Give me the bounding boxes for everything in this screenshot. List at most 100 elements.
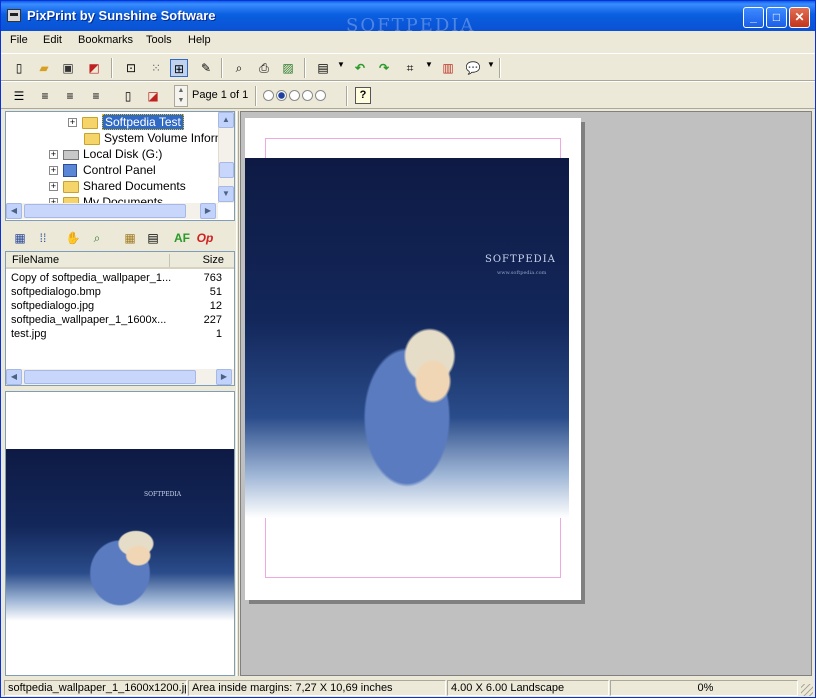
file-size: 763 bbox=[203, 272, 222, 284]
scroll-down-icon[interactable]: ▼ bbox=[218, 186, 234, 202]
image-icon[interactable]: ▨ bbox=[279, 59, 297, 77]
scroll-thumb[interactable] bbox=[219, 162, 234, 178]
grid-selected-icon[interactable]: ⊞ bbox=[170, 59, 188, 77]
find-icon[interactable]: ⌕ bbox=[88, 229, 106, 247]
column-divider[interactable] bbox=[169, 254, 170, 267]
expand-icon[interactable]: + bbox=[49, 166, 58, 176]
page-image-tagline: www.softpedia.com bbox=[497, 270, 547, 276]
file-size: 51 bbox=[209, 286, 222, 298]
help-icon[interactable]: ? bbox=[355, 87, 371, 104]
tree-item-my-documents[interactable]: + My Documents bbox=[49, 194, 163, 203]
rotate-right-icon[interactable]: ↷ bbox=[375, 59, 393, 77]
page-remove-icon[interactable]: ◪ bbox=[144, 87, 162, 105]
tree-item-softpedia-test[interactable]: + Softpedia Test bbox=[68, 114, 184, 130]
layout-dot-5[interactable] bbox=[315, 90, 326, 101]
tree-item-system-volume[interactable]: System Volume Informat bbox=[84, 130, 234, 146]
column-filename[interactable]: FileName bbox=[12, 254, 59, 266]
resize-grip-icon[interactable] bbox=[801, 684, 813, 696]
close-button[interactable]: ✕ bbox=[789, 7, 810, 28]
toolbar-separator bbox=[111, 58, 113, 78]
image-preview: SOFTPEDIA bbox=[5, 391, 235, 676]
align-center-icon[interactable]: ≡ bbox=[61, 87, 79, 105]
expand-icon[interactable]: + bbox=[68, 118, 77, 128]
af-icon[interactable]: AF bbox=[173, 229, 191, 247]
column-size[interactable]: Size bbox=[203, 254, 224, 266]
layout-dot-4[interactable] bbox=[302, 90, 313, 101]
sort-icon[interactable]: ▤ bbox=[144, 229, 162, 247]
folder-icon bbox=[82, 116, 98, 129]
chevron-down-icon[interactable]: ▼ bbox=[487, 60, 495, 69]
tree-horizontal-scrollbar[interactable]: ◀ ▶ bbox=[6, 203, 218, 219]
menu-edit[interactable]: Edit bbox=[43, 34, 62, 46]
page-image[interactable]: SOFTPEDIA www.softpedia.com bbox=[245, 158, 569, 518]
printer-icon[interactable]: ⎙ bbox=[255, 59, 273, 77]
file-row[interactable]: Copy of softpedia_wallpaper_1... 763 bbox=[6, 271, 234, 285]
scroll-thumb[interactable] bbox=[24, 204, 186, 218]
colors-icon[interactable]: ▥ bbox=[439, 59, 457, 77]
layout-dot-1[interactable] bbox=[263, 90, 274, 101]
layout-dot-2[interactable] bbox=[276, 90, 287, 101]
folder-tree: + Softpedia Test System Volume Informat +… bbox=[5, 111, 235, 221]
new-icon[interactable]: ▯ bbox=[10, 59, 28, 77]
file-list-scrollbar[interactable]: ◀ ▶ bbox=[6, 369, 234, 385]
rotate-left-icon[interactable]: ↶ bbox=[351, 59, 369, 77]
comment-icon[interactable]: 💬 bbox=[464, 59, 482, 77]
maximize-button[interactable]: □ bbox=[766, 7, 787, 28]
print-preview-icon[interactable]: ⌕ bbox=[230, 59, 248, 77]
details-view-icon[interactable]: ▦ bbox=[11, 229, 29, 247]
layout-dot-3[interactable] bbox=[289, 90, 300, 101]
app-icon[interactable] bbox=[7, 9, 21, 22]
panel-splitter[interactable] bbox=[236, 111, 239, 676]
save-icon[interactable]: ▣ bbox=[59, 59, 77, 77]
minimize-button[interactable]: _ bbox=[743, 7, 764, 28]
toolbar-separator bbox=[255, 86, 257, 106]
chevron-down-icon[interactable]: ▼ bbox=[425, 60, 433, 69]
page-setup-icon[interactable]: ▤ bbox=[314, 59, 332, 77]
menu-tools[interactable]: Tools bbox=[146, 34, 172, 46]
print-page: SOFTPEDIA www.softpedia.com bbox=[245, 118, 581, 600]
brush-icon[interactable]: ✎ bbox=[197, 59, 215, 77]
grid-icon[interactable]: ⁙ bbox=[147, 59, 165, 77]
scroll-left-icon[interactable]: ◀ bbox=[6, 369, 22, 385]
pdf-icon[interactable]: ◩ bbox=[85, 59, 103, 77]
scroll-up-icon[interactable]: ▲ bbox=[218, 112, 234, 128]
pin-icon[interactable]: ✋ bbox=[64, 229, 82, 247]
align-right-icon[interactable]: ≡ bbox=[87, 87, 105, 105]
file-row[interactable]: softpedialogo.jpg 12 bbox=[6, 299, 234, 313]
list-view-icon[interactable]: ⁞⁞ bbox=[34, 229, 52, 247]
expand-icon[interactable]: + bbox=[49, 182, 58, 192]
menu-bookmarks[interactable]: Bookmarks bbox=[78, 34, 133, 46]
file-row[interactable]: softpedialogo.bmp 51 bbox=[6, 285, 234, 299]
tree-item-local-disk[interactable]: + Local Disk (G:) bbox=[49, 146, 162, 162]
file-name: Copy of softpedia_wallpaper_1... bbox=[11, 272, 172, 284]
thumbnail-icon[interactable]: ⊡ bbox=[122, 59, 140, 77]
status-area: Area inside margins: 7,27 X 10,69 inches bbox=[188, 680, 446, 696]
page-add-icon[interactable]: ▯ bbox=[119, 87, 137, 105]
crop-icon[interactable]: ⌗ bbox=[401, 59, 419, 77]
scroll-right-icon[interactable]: ▶ bbox=[216, 369, 232, 385]
tree-item-label: Control Panel bbox=[83, 163, 156, 177]
menu-file[interactable]: File bbox=[10, 34, 28, 46]
page-image-logo: SOFTPEDIA bbox=[485, 254, 556, 265]
expand-icon[interactable]: + bbox=[49, 150, 58, 160]
op-icon[interactable]: Op bbox=[196, 229, 214, 247]
scroll-thumb[interactable] bbox=[24, 370, 196, 384]
status-size: 4.00 X 6.00 Landscape bbox=[447, 680, 609, 696]
select-all-icon[interactable]: ▦ bbox=[121, 229, 139, 247]
chevron-down-icon[interactable]: ▼ bbox=[337, 60, 345, 69]
window-title: PixPrint by Sunshine Software bbox=[27, 8, 216, 23]
scroll-left-icon[interactable]: ◀ bbox=[6, 203, 22, 219]
align-left-icon[interactable]: ≡ bbox=[36, 87, 54, 105]
tree-item-control-panel[interactable]: + Control Panel bbox=[49, 162, 156, 178]
scroll-right-icon[interactable]: ▶ bbox=[200, 203, 216, 219]
page-spinner[interactable]: ▲ ▼ bbox=[174, 85, 188, 107]
tree-item-shared-documents[interactable]: + Shared Documents bbox=[49, 178, 186, 194]
tree-vertical-scrollbar[interactable]: ▲ ▼ bbox=[218, 112, 234, 203]
file-toolbar: ▦ ⁞⁞ ✋ ⌕ ▦ ▤ AF Op bbox=[5, 225, 235, 251]
file-row[interactable]: softpedia_wallpaper_1_1600x... 227 bbox=[6, 313, 234, 327]
align-icon[interactable]: ☰ bbox=[10, 87, 28, 105]
open-icon[interactable]: ▰ bbox=[35, 59, 53, 77]
menu-help[interactable]: Help bbox=[188, 34, 211, 46]
app-window: PixPrint by Sunshine Software SOFTPEDIA … bbox=[0, 0, 816, 698]
file-row[interactable]: test.jpg 1 bbox=[6, 327, 234, 341]
